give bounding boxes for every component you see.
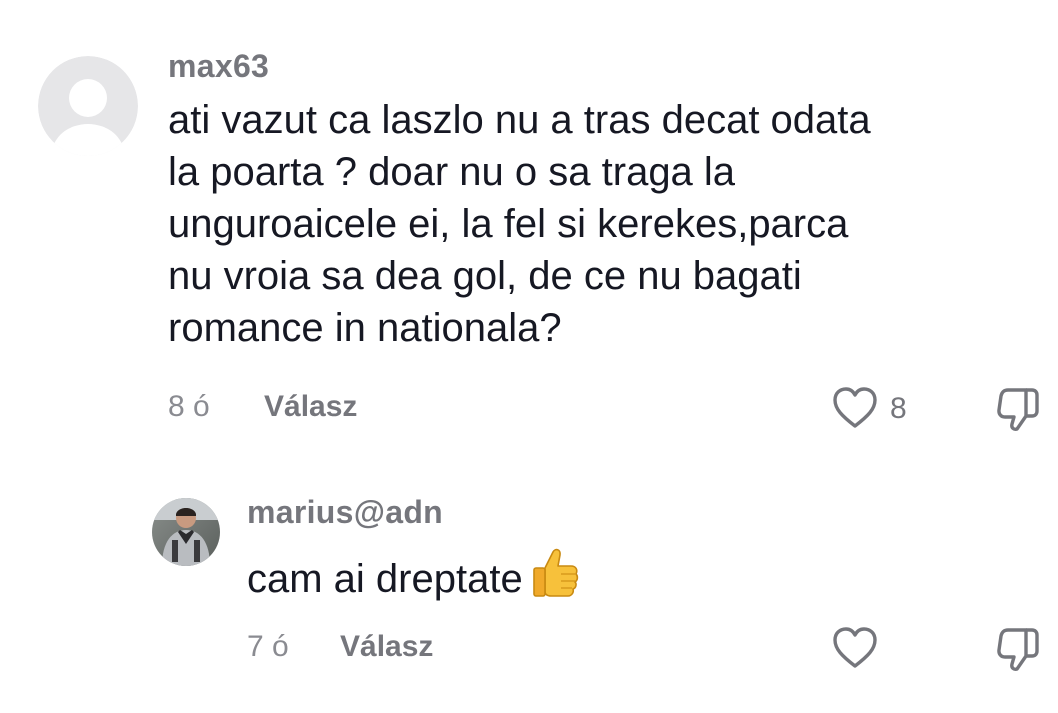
comment-text-line: nu vroia sa dea gol, de ce nu bagati [168, 254, 802, 298]
dislike-button[interactable] [996, 626, 1040, 672]
heart-icon [833, 387, 877, 428]
default-avatar-icon [38, 56, 138, 156]
user-photo-avatar [152, 498, 220, 566]
thumbs-down-icon [997, 388, 1039, 431]
comment-text-line: cam ai dreptate [247, 557, 523, 601]
reply-button[interactable]: Válasz [264, 390, 357, 424]
comment-age: 7 ó [247, 630, 289, 663]
like-button[interactable] [832, 386, 878, 430]
comment-text: cam ai dreptate [247, 546, 1027, 611]
like-button[interactable] [832, 626, 878, 670]
dislike-button[interactable] [996, 386, 1040, 432]
reply-button[interactable]: Válasz [340, 630, 433, 664]
comment-text-line: la poarta ? doar nu o sa traga la [168, 150, 736, 194]
comment-text-line: romance in nationala? [168, 306, 562, 350]
comment-username[interactable]: max63 [168, 48, 269, 85]
comment-item: max63 ati vazut ca laszlo nu a tras deca… [0, 0, 1058, 450]
thumbs-down-icon [997, 628, 1039, 671]
avatar[interactable] [38, 56, 138, 156]
comment-text-line: ati vazut ca laszlo nu a tras decat odat… [168, 98, 871, 142]
avatar[interactable] [152, 498, 220, 566]
thumbs-up-emoji [531, 546, 579, 611]
comment-text-line: unguroaicele ei, la fel si kerekes,parca [168, 202, 849, 246]
comment-text: ati vazut ca laszlo nu a tras decat odat… [168, 94, 1048, 354]
comment-username[interactable]: marius@adn [247, 494, 443, 531]
like-count: 8 [890, 392, 907, 425]
comment-item: marius@adn cam ai dreptate 7 ó Válasz [0, 450, 1058, 713]
heart-icon [833, 627, 877, 668]
comment-age: 8 ó [168, 390, 210, 423]
